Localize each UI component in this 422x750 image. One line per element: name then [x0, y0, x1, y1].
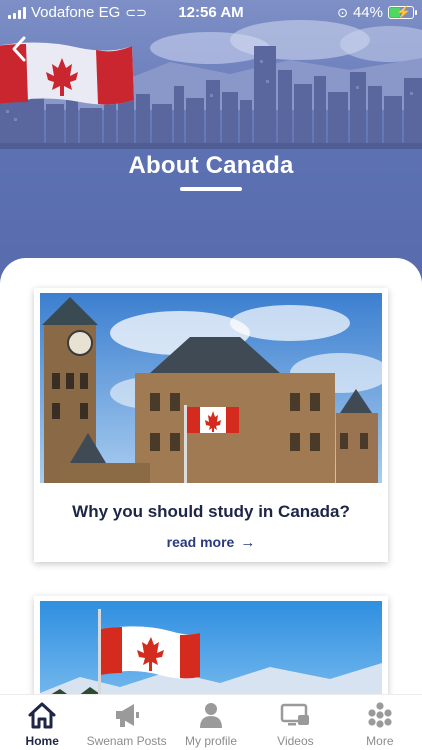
tab-label-more: More	[366, 734, 394, 748]
tab-label-profile: My profile	[185, 734, 238, 748]
home-icon	[28, 702, 56, 729]
vancouver-skyline-image	[0, 20, 422, 300]
arrow-right-icon: →	[240, 534, 256, 551]
megaphone-icon	[115, 704, 139, 727]
read-more-link[interactable]: read more →	[34, 534, 388, 551]
header-hero: Vodafone EG ⊂⊃ 12:56 AM ⊙ 44% ⚡ About Ca…	[0, 0, 422, 300]
tab-swenam-posts[interactable]: Swenam Posts	[84, 695, 168, 750]
toronto-city-hall-image	[40, 293, 382, 483]
content-sheet: Why you should study in Canada? read mor…	[0, 258, 422, 718]
orientation-lock-icon: ⊙	[337, 4, 348, 20]
title-underline	[180, 187, 242, 191]
tab-label-videos: Videos	[277, 734, 314, 748]
chevron-left-icon	[12, 36, 26, 62]
battery-percent: 44%	[352, 4, 383, 21]
tab-more[interactable]: More	[338, 695, 422, 750]
dots-grid-icon	[368, 702, 392, 728]
user-icon	[200, 703, 223, 728]
status-bar: Vodafone EG ⊂⊃ 12:56 AM ⊙ 44% ⚡	[0, 0, 422, 26]
back-button[interactable]	[6, 34, 32, 64]
bottom-tab-bar: Home Swenam Posts My profile Videos More	[0, 694, 422, 750]
tab-videos[interactable]: Videos	[253, 695, 337, 750]
article-card[interactable]: Why you should study in Canada? read mor…	[34, 288, 388, 562]
card-title: Why you should study in Canada?	[72, 502, 350, 521]
tab-home[interactable]: Home	[0, 695, 84, 750]
read-more-label: read more	[166, 534, 235, 550]
tab-label-home: Home	[25, 734, 59, 748]
battery-icon: ⚡	[388, 5, 417, 19]
status-right: ⊙ 44% ⚡	[337, 4, 417, 21]
tab-label-posts: Swenam Posts	[86, 734, 167, 748]
page-title: About Canada	[128, 152, 294, 179]
tab-my-profile[interactable]: My profile	[169, 695, 253, 750]
video-icon	[281, 703, 310, 726]
